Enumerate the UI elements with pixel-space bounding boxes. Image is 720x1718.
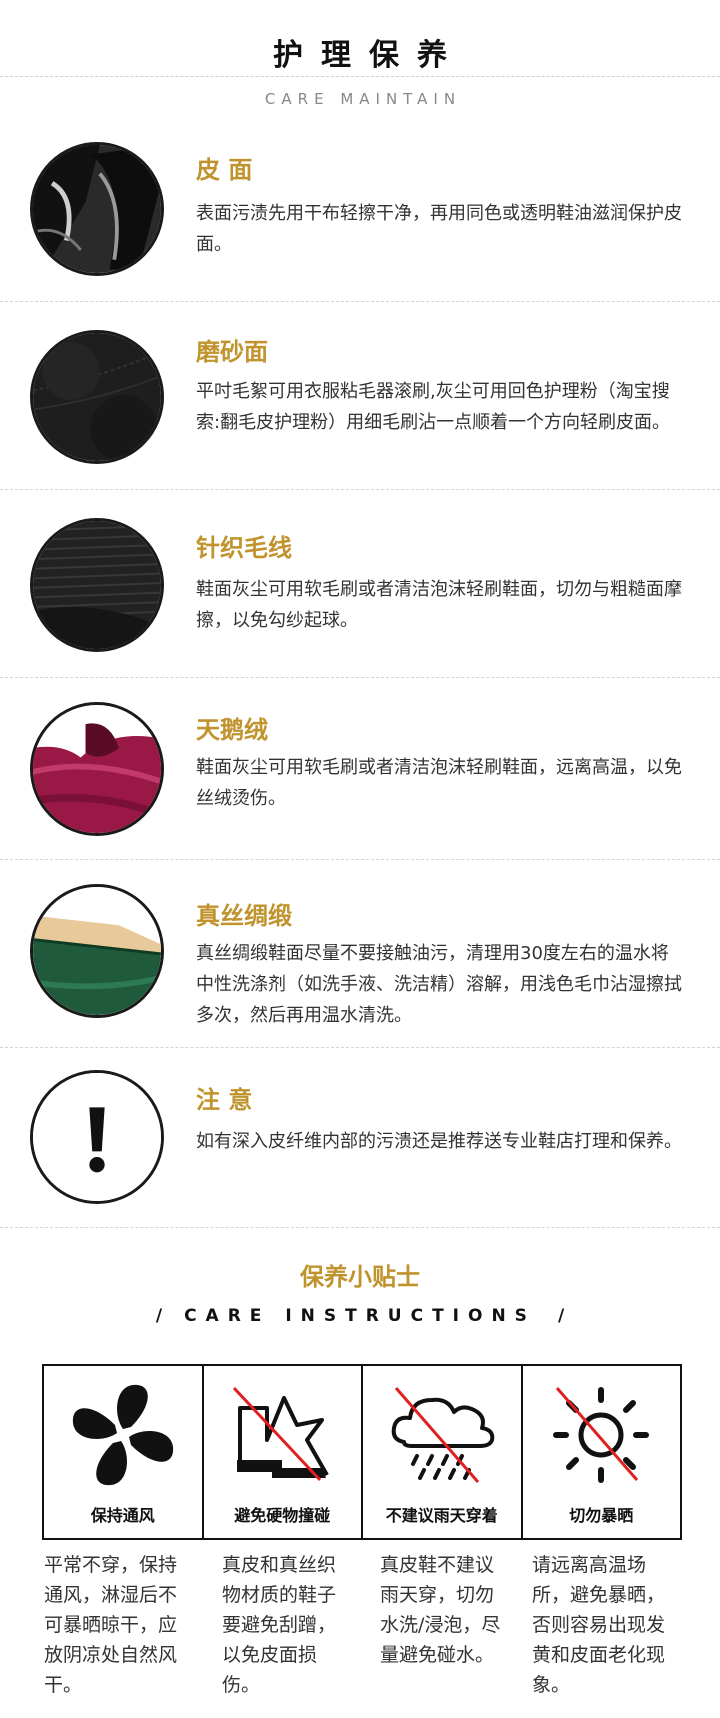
fan-icon bbox=[72, 1384, 173, 1486]
section-title: 天鹅绒 bbox=[196, 716, 268, 744]
tip-desc-no-hard-objects: 真皮和真丝织物材质的鞋子要避免刮蹭，以免皮面损伤。 bbox=[222, 1554, 337, 1696]
no-sun-icon bbox=[553, 1387, 650, 1483]
section-title: 磨砂面 bbox=[196, 338, 268, 366]
section-body: 鞋面灰尘可用软毛刷或者清洁泡沫轻刷鞋面，切勿与粗糙面摩擦，以免勾纱起球。 bbox=[196, 579, 682, 631]
tips-grid: 保持通风 避免硬物撞碰 不建议雨天穿着 切勿暴晒 bbox=[42, 1364, 682, 1540]
tip-cell-no-sun: 切勿暴晒 bbox=[523, 1366, 681, 1538]
tip-desc-no-sun: 请远离高温场所，避免暴晒，否则容易出现发黄和皮面老化现象。 bbox=[532, 1554, 666, 1696]
title-divider bbox=[0, 76, 720, 77]
section-body: 如有深入皮纤维内部的污溃还是推荐送专业鞋店打理和保养。 bbox=[196, 1131, 682, 1152]
tip-cell-no-rain: 不建议雨天穿着 bbox=[363, 1366, 523, 1538]
tip-desc-no-rain: 真皮鞋不建议雨天穿，切勿水洗/浸泡，尽量避免碰水。 bbox=[380, 1554, 501, 1666]
black-suede-photo bbox=[30, 330, 164, 464]
section-title: 真丝绸缎 bbox=[196, 902, 292, 930]
no-hard-objects-icon bbox=[233, 1386, 329, 1482]
section-title: 皮 面 bbox=[196, 156, 253, 184]
page-title: 护理保养 bbox=[273, 38, 465, 73]
tips-subtitle-text: CARE INSTRUCTIONS bbox=[184, 1306, 536, 1326]
section-body: 平吋毛絮可用衣服粘毛器滚刷,灰尘可用回色护理粉（淘宝搜索:翻毛皮护理粉）用细毛刷… bbox=[196, 381, 671, 433]
tip-label: 不建议雨天穿着 bbox=[385, 1506, 498, 1525]
tip-desc-ventilation: 平常不穿，保持通风，淋湿后不可暴晒晾干，应放阴凉处自然风干。 bbox=[44, 1554, 178, 1696]
green-satin-photo bbox=[30, 884, 164, 1018]
section-title: 注 意 bbox=[196, 1086, 253, 1114]
no-rain-icon bbox=[391, 1387, 495, 1483]
care-section-knit: 针织毛线 鞋面灰尘可用软毛刷或者清洁泡沫轻刷鞋面，切勿与粗糙面摩擦，以免勾纱起球… bbox=[0, 490, 720, 678]
tip-cell-no-hard-objects: 避免硬物撞碰 bbox=[204, 1366, 363, 1538]
page-subtitle: CARE MAINTAIN bbox=[264, 90, 462, 108]
tip-label: 保持通风 bbox=[90, 1506, 155, 1525]
section-body: 鞋面灰尘可用软毛刷或者清洁泡沫轻刷鞋面，远离高温，以免丝绒烫伤。 bbox=[196, 757, 682, 809]
tip-label: 切勿暴晒 bbox=[569, 1506, 634, 1525]
care-section-satin: 真丝绸缎 真丝绸缎鞋面尽量不要接触油污，清理用30度左右的温水将中性洗涤剂（如洗… bbox=[0, 860, 720, 1048]
tip-label: 避免硬物撞碰 bbox=[234, 1506, 331, 1525]
section-body: 表面污渍先用干布轻擦干净，再用同色或透明鞋油滋润保护皮面。 bbox=[196, 203, 682, 255]
care-section-leather: 皮 面 表面污渍先用干布轻擦干净，再用同色或透明鞋油滋润保护皮面。 bbox=[0, 120, 720, 302]
black-knit-photo bbox=[30, 518, 164, 652]
section-body: 真丝绸缎鞋面尽量不要接触油污，清理用30度左右的温水将中性洗涤剂（如洗手液、洗洁… bbox=[196, 943, 682, 1026]
tip-cell-ventilation: 保持通风 bbox=[44, 1366, 204, 1538]
care-section-suede: 磨砂面 平吋毛絮可用衣服粘毛器滚刷,灰尘可用回色护理粉（淘宝搜索:翻毛皮护理粉）… bbox=[0, 302, 720, 490]
tips-subtitle-slash-right: / bbox=[557, 1306, 565, 1326]
section-title: 针织毛线 bbox=[196, 534, 292, 562]
burgundy-velvet-photo bbox=[30, 702, 164, 836]
exclamation-icon bbox=[30, 1070, 164, 1204]
tips-subtitle: / CARE INSTRUCTIONS / bbox=[0, 1306, 720, 1326]
tips-title: 保养小贴士 bbox=[300, 1263, 420, 1291]
care-section-notice: 注 意 如有深入皮纤维内部的污溃还是推荐送专业鞋店打理和保养。 bbox=[0, 1048, 720, 1228]
tips-subtitle-slash-left: / bbox=[155, 1306, 163, 1326]
care-section-velvet: 天鹅绒 鞋面灰尘可用软毛刷或者清洁泡沫轻刷鞋面，远离高温，以免丝绒烫伤。 bbox=[0, 678, 720, 860]
black-leather-photo bbox=[30, 142, 164, 276]
